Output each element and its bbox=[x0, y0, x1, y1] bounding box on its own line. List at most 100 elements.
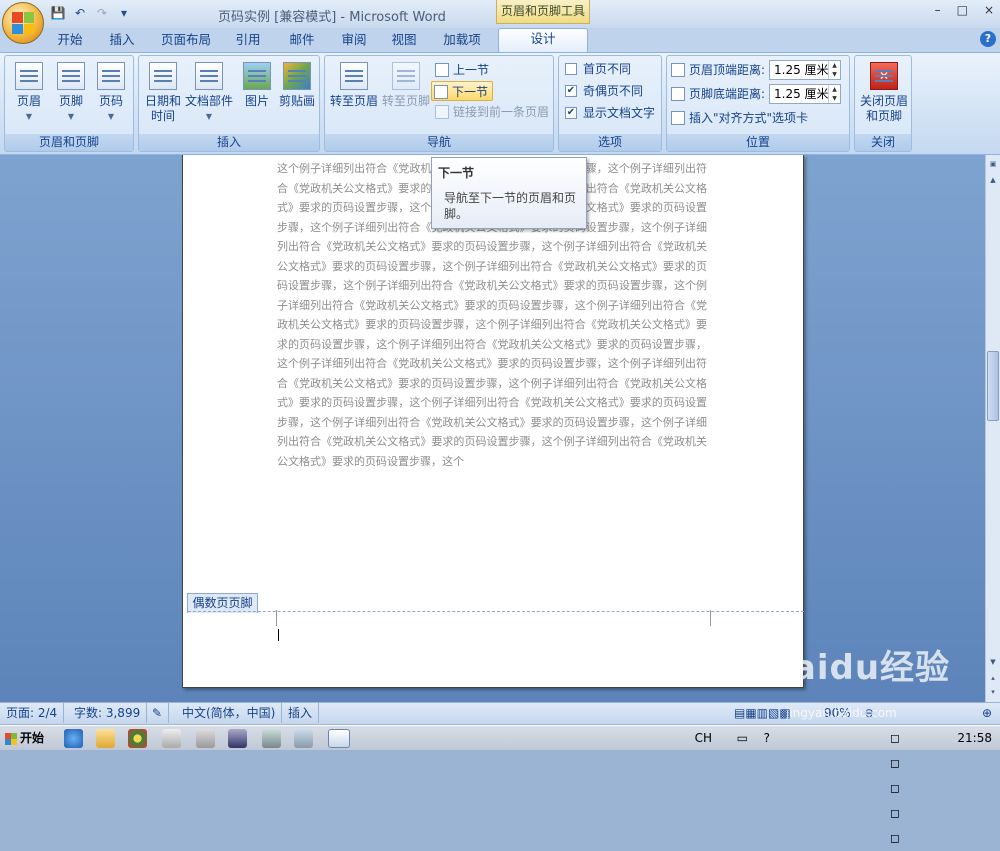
tooltip-text: 导航至下一节的页眉和页脚。 bbox=[444, 191, 577, 221]
alignment-tab-icon bbox=[671, 111, 685, 125]
group-header-footer: 页眉 ▼ 页脚 ▼ 页码 ▼ 页眉和页脚 bbox=[4, 55, 134, 152]
goto-header-button[interactable]: 转至页眉 bbox=[327, 60, 381, 130]
footer-bottom-distance-input[interactable]: 1.25 厘米 ▲ ▼ bbox=[769, 84, 841, 104]
tab-references[interactable]: 引用 bbox=[226, 30, 270, 52]
insert-alignment-tab-button[interactable]: 插入"对齐方式"选项卡 bbox=[669, 108, 808, 128]
show-document-text-checkbox[interactable]: ✔ 显示文档文字 bbox=[565, 104, 655, 122]
tab-page-layout[interactable]: 页面布局 bbox=[154, 30, 218, 52]
spinner-arrows-icon[interactable]: ▲ ▼ bbox=[828, 85, 840, 103]
footer-position-icon bbox=[671, 87, 685, 101]
baidu-watermark-logo: Baidu经验 bbox=[766, 648, 951, 688]
page-indicator[interactable]: 页面: 2/4 bbox=[0, 703, 65, 723]
scroll-up-icon[interactable]: ▲ bbox=[987, 173, 999, 187]
tray-icon[interactable]: ▭ bbox=[737, 726, 748, 751]
header-top-distance-input[interactable]: 1.25 厘米 ▲ ▼ bbox=[769, 60, 841, 80]
insert-mode-indicator[interactable]: 插入 bbox=[282, 703, 320, 723]
app-icon[interactable] bbox=[294, 729, 313, 748]
help-tray-icon[interactable]: ? bbox=[764, 726, 770, 751]
footer-bottom-distance-value: 1.25 厘米 bbox=[774, 87, 829, 101]
link-previous-button[interactable]: 链接到前一条页眉 bbox=[433, 102, 549, 122]
tab-view[interactable]: 视图 bbox=[382, 30, 426, 52]
minimize-button[interactable]: – bbox=[935, 3, 941, 17]
start-button[interactable]: 开始 bbox=[2, 728, 46, 749]
odd-even-different-checkbox[interactable]: ✔ 奇偶页不同 bbox=[565, 82, 643, 100]
customize-icon[interactable]: ▾ bbox=[116, 5, 132, 21]
prev-page-icon[interactable]: ▴ bbox=[987, 671, 999, 685]
app-icon[interactable] bbox=[228, 729, 247, 748]
goto-footer-label: 转至页脚 bbox=[381, 94, 430, 108]
first-page-different-checkbox[interactable]: 首页不同 bbox=[565, 60, 631, 78]
dropdown-arrow-icon: ▼ bbox=[67, 112, 75, 121]
footer-button[interactable]: 页脚 ▼ bbox=[49, 60, 93, 130]
scroll-thumb[interactable] bbox=[987, 351, 999, 421]
folder-icon[interactable] bbox=[96, 729, 115, 748]
quick-parts-button[interactable]: 文档部件 ▼ bbox=[183, 60, 235, 130]
picture-icon bbox=[243, 62, 271, 90]
group-label: 插入 bbox=[139, 134, 319, 151]
clip-art-button[interactable]: 剪贴画 bbox=[275, 60, 319, 130]
dropdown-arrow-icon: ▼ bbox=[107, 112, 115, 121]
header-icon bbox=[15, 62, 43, 90]
help-icon[interactable]: ? bbox=[980, 31, 996, 47]
word-taskbar-icon[interactable] bbox=[328, 729, 350, 748]
margin-marker bbox=[710, 610, 711, 626]
clock[interactable]: 21:58 bbox=[957, 726, 992, 751]
group-label: 页眉和页脚 bbox=[5, 134, 133, 151]
tab-review[interactable]: 审阅 bbox=[332, 30, 376, 52]
header-button-label: 页眉 bbox=[16, 94, 41, 108]
tab-addins[interactable]: 加载项 bbox=[434, 30, 490, 52]
header-top-distance-label: 页眉顶端距离: bbox=[689, 63, 766, 77]
office-button[interactable] bbox=[2, 2, 44, 44]
quick-access-toolbar: 💾 ↶ ↷ ▾ bbox=[50, 5, 132, 21]
ruler-toggle-icon[interactable]: ▣ bbox=[987, 157, 999, 171]
tab-design[interactable]: 设计 bbox=[498, 28, 588, 52]
app-icon[interactable] bbox=[162, 729, 181, 748]
date-time-button[interactable]: 日期和 时间 bbox=[141, 60, 185, 130]
window-title: 页码实例 [兼容模式] - Microsoft Word bbox=[218, 10, 446, 25]
even-page-footer-tag: 偶数页页脚 bbox=[187, 593, 258, 613]
zoom-in-icon[interactable]: ⊕ bbox=[976, 703, 998, 723]
spinner-arrows-icon[interactable]: ▲ ▼ bbox=[828, 61, 840, 79]
quick-parts-label: 文档部件 bbox=[184, 94, 233, 108]
page-number-button[interactable]: 页码 ▼ bbox=[89, 60, 133, 130]
next-section-label: 下一节 bbox=[452, 85, 489, 99]
app-icon[interactable] bbox=[196, 729, 215, 748]
text-cursor bbox=[278, 629, 279, 641]
calendar-clock-icon bbox=[149, 62, 177, 90]
tray-icons[interactable]: ◻ ◻ ◻ ◻ ◻ bbox=[890, 726, 900, 851]
proofing-icon[interactable]: ✎ bbox=[146, 703, 170, 723]
close-window-button[interactable]: × bbox=[984, 3, 994, 17]
checkbox-unchecked-icon bbox=[565, 63, 577, 75]
header-top-distance-label-wrap: 页眉顶端距离: bbox=[669, 60, 765, 80]
undo-icon[interactable]: ↶ bbox=[72, 5, 88, 21]
word-count[interactable]: 字数: 3,899 bbox=[68, 703, 148, 723]
scroll-down-icon[interactable]: ▼ bbox=[987, 655, 999, 669]
picture-button[interactable]: 图片 bbox=[235, 60, 279, 130]
next-section-button[interactable]: 下一节 bbox=[431, 81, 493, 101]
tab-insert[interactable]: 插入 bbox=[100, 30, 144, 52]
language-indicator[interactable]: 中文(简体，中国) bbox=[176, 703, 283, 723]
maximize-button[interactable]: □ bbox=[957, 3, 968, 17]
vertical-scrollbar[interactable]: ▣ ▲ ▼ ▴ ▾ bbox=[985, 155, 1000, 702]
first-page-different-label: 首页不同 bbox=[583, 62, 632, 76]
chrome-icon[interactable] bbox=[128, 729, 147, 748]
ime-indicator[interactable]: CH bbox=[695, 726, 712, 751]
prev-section-button[interactable]: 上一节 bbox=[433, 60, 489, 80]
header-button[interactable]: 页眉 ▼ bbox=[7, 60, 51, 130]
close-header-footer-button[interactable]: ✕ 关闭页眉 和页脚 bbox=[857, 60, 911, 130]
next-page-icon[interactable]: ▾ bbox=[987, 685, 999, 699]
goto-header-label: 转至页眉 bbox=[329, 94, 378, 108]
ie-icon[interactable] bbox=[64, 729, 83, 748]
start-label: 开始 bbox=[20, 731, 45, 745]
tab-home[interactable]: 开始 bbox=[50, 30, 90, 52]
save-icon[interactable]: 💾 bbox=[50, 5, 66, 21]
group-label: 关闭 bbox=[855, 134, 911, 151]
app-icon[interactable] bbox=[262, 729, 281, 748]
tab-mailings[interactable]: 邮件 bbox=[280, 30, 324, 52]
document-page[interactable]: 这个例子详细列出符合《党政机关公文格式》要求的页码设置步骤，这个例子详细列出符合… bbox=[182, 155, 804, 688]
footer-boundary-line bbox=[188, 611, 804, 612]
redo-icon[interactable]: ↷ bbox=[94, 5, 110, 21]
goto-footer-button[interactable]: 转至页脚 bbox=[379, 60, 433, 130]
group-close: ✕ 关闭页眉 和页脚 关闭 bbox=[854, 55, 912, 152]
ribbon-tabs: 开始 插入 页面布局 引用 邮件 审阅 视图 加载项 设计 bbox=[0, 28, 1000, 52]
